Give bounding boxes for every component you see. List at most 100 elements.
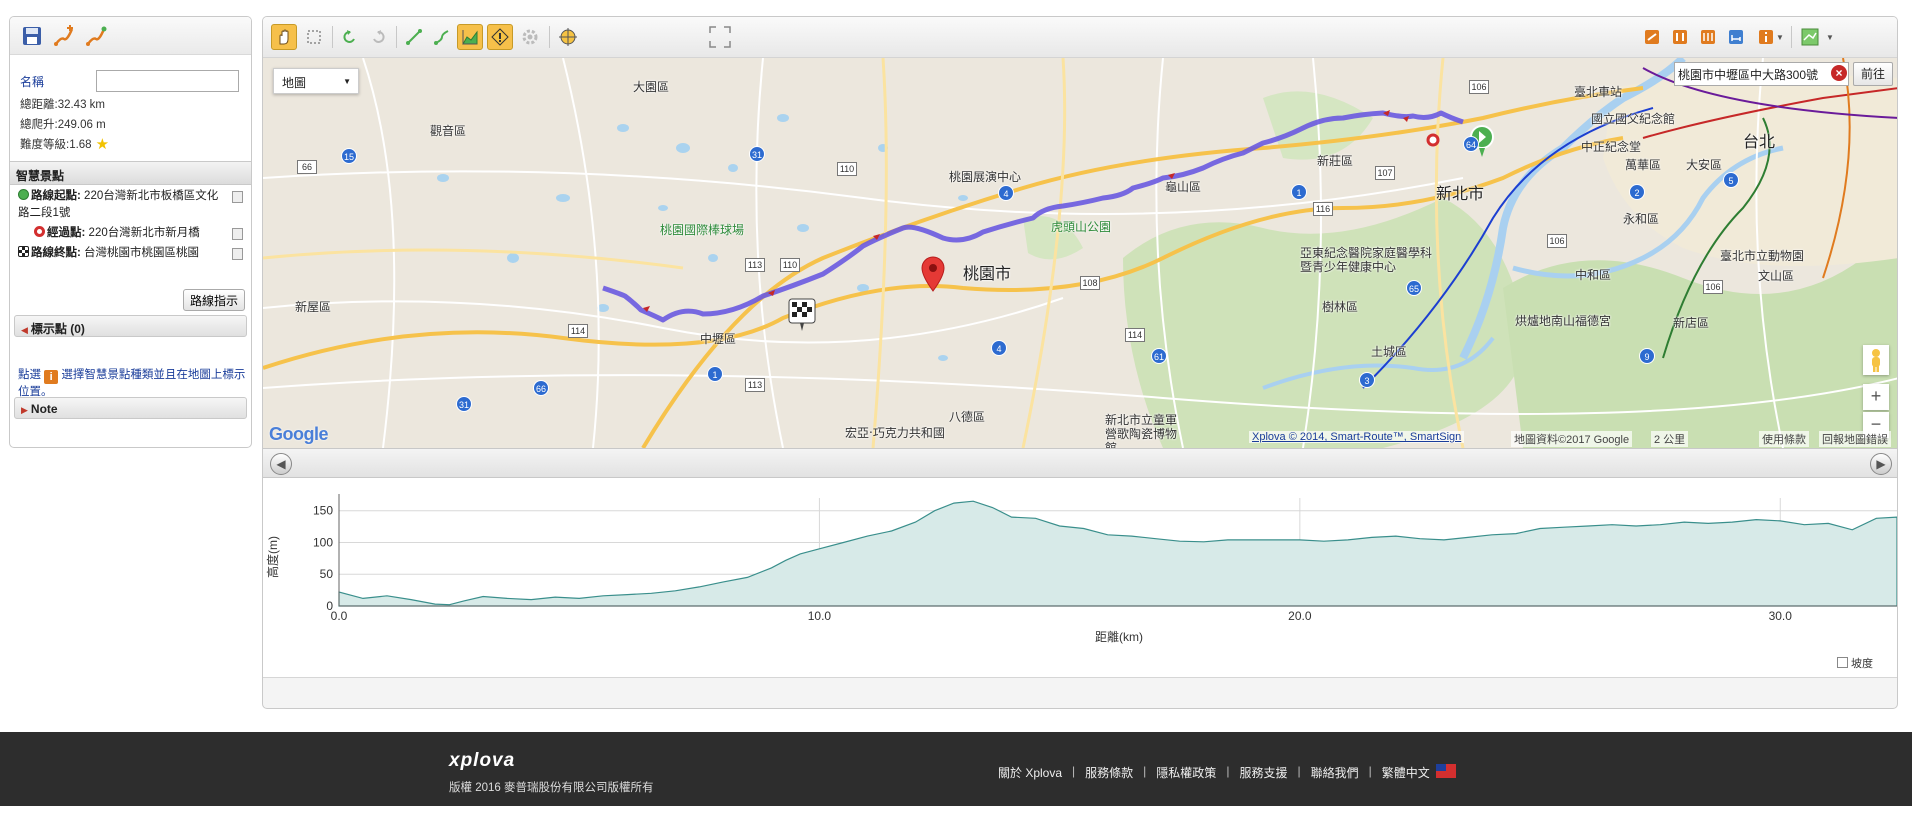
map-label-xindian: 新店區 (1673, 316, 1710, 330)
slope-checkbox[interactable] (1837, 657, 1848, 668)
footer-link-privacy[interactable]: 隱私權政策 (1156, 764, 1216, 781)
import-route-icon[interactable] (84, 24, 108, 48)
road-shield: 66 (297, 160, 317, 174)
route-name-input[interactable] (96, 70, 239, 92)
slope-toggle[interactable]: 坡度 (1837, 655, 1873, 671)
map-data-attribution: 地圖資料©2017 Google (1511, 431, 1633, 447)
map-label-taoyuan-city: 桃園市 (963, 266, 1012, 283)
layers-dropdown-icon[interactable]: ▼ (1823, 24, 1837, 50)
road-shield: 31 (456, 396, 472, 412)
difficulty-text: 難度等級:1.68 (20, 139, 92, 151)
route-map[interactable]: 大園區 觀音區 新屋區 中壢區 桃園市 桃園展演中心 桃園國際棒球場 虎頭山公園… (263, 58, 1897, 448)
chart-y-tick: 50 (320, 567, 334, 581)
elevation-profile: 0 50 100 150 0.0 10.0 20.0 30.0 高度(m) 距離(km) 坡度 (263, 478, 1897, 678)
redo-icon[interactable] (365, 24, 391, 50)
footer-link-terms[interactable]: 服務條款 (1085, 764, 1133, 781)
road-shield: 9 (1639, 348, 1655, 364)
xplova-logo[interactable]: xplova (449, 750, 515, 772)
road-shield: 4 (998, 185, 1014, 201)
via-address: 220台灣新北市新月橋 (88, 227, 200, 239)
info-icon: i (44, 370, 59, 384)
hint-pre: 點選 (18, 369, 41, 381)
footer-link-support[interactable]: 服務支援 (1239, 764, 1287, 781)
star-icon: ★ (95, 136, 110, 153)
elevation-chart[interactable]: 0501001500.0 10.0 20.0 30.0 高度(m) 距離(km) (263, 478, 1898, 648)
road-shield: 3 (1359, 372, 1375, 388)
save-icon[interactable] (20, 24, 44, 48)
fullscreen-icon[interactable] (707, 24, 733, 50)
poi-dropdown-icon[interactable]: ▼ (1773, 24, 1787, 50)
map-type-value: 地圖 (282, 76, 307, 90)
restaurant-icon[interactable] (1667, 24, 1693, 50)
go-button[interactable]: 前往 (1853, 62, 1893, 86)
select-area-icon[interactable] (301, 24, 327, 50)
map-type-select[interactable]: 地圖 ▼ (273, 68, 359, 94)
map-label-taipei: 台北 (1743, 134, 1776, 151)
address-search-input[interactable]: 桃園市中壢區中大路300號 (1674, 62, 1849, 86)
route-directions-button[interactable]: 路線指示 (182, 289, 245, 311)
road-shield: 106 (1703, 280, 1723, 294)
end-address: 台灣桃園市桃園區桃園 (84, 247, 200, 259)
map-layers-icon[interactable] (1797, 24, 1823, 50)
terms-link[interactable]: 使用條款 (1759, 431, 1809, 447)
search-location-pin-icon[interactable] (921, 256, 945, 292)
map-label-wanhua: 萬華區 (1625, 158, 1662, 172)
via-icon (34, 226, 45, 237)
zoom-in-button[interactable]: + (1863, 384, 1889, 410)
chart-x-tick: 10.0 (808, 609, 832, 623)
marks-section-toggle[interactable]: ◀ 標示點 (0) (14, 315, 247, 337)
map-label-expo: 桃園展演中心 (949, 170, 1022, 184)
map-label-bade: 八德區 (949, 410, 986, 424)
map-label-zoo: 臺北市立動物園 (1720, 249, 1805, 263)
sidebar-toolbar (10, 17, 251, 55)
street-view-pegman-icon[interactable] (1863, 345, 1889, 375)
chart-prev-arrow-icon[interactable]: ◀ (270, 453, 292, 475)
footer-link-language[interactable]: 繁體中文 (1382, 764, 1430, 781)
road-shield: 64 (1463, 136, 1479, 152)
via-label: 經過點: (47, 227, 86, 239)
delete-end-icon[interactable] (232, 248, 243, 260)
map-label-daan: 大安區 (1686, 158, 1723, 172)
warning-sign-icon[interactable] (487, 24, 513, 50)
navigation-icon[interactable] (555, 24, 581, 50)
footer-link-contact[interactable]: 聯絡我們 (1311, 764, 1359, 781)
lodging-icon[interactable] (1723, 24, 1749, 50)
elevation-area-series (338, 500, 1897, 607)
undo-icon[interactable] (337, 24, 363, 50)
road-shield: 114 (1125, 328, 1145, 342)
map-label-new-taipei: 新北市 (1436, 186, 1485, 203)
delete-via-icon[interactable] (232, 228, 243, 240)
map-label-yingge: 烘爐地南山福德宮 (1515, 314, 1612, 328)
map-label-guishan: 龜山區 (1165, 180, 1202, 194)
map-label-guanyin: 觀音區 (430, 124, 467, 138)
note-section-toggle[interactable]: ▶ Note (14, 397, 247, 419)
route-end-marker[interactable] (788, 298, 816, 332)
clear-search-icon[interactable]: × (1831, 65, 1847, 81)
footer-link-about[interactable]: 關於 Xplova (998, 764, 1062, 781)
map-label-zhonghe: 中和區 (1575, 268, 1612, 282)
settings-gear-icon[interactable] (517, 24, 543, 50)
new-route-icon[interactable] (52, 24, 76, 48)
start-label: 路線起點: (31, 190, 81, 202)
map-panel: ▼ ▼ 大園區 觀音區 新屋區 中壢區 桃園市 桃園展演中心 桃園國際棒球場 虎… (262, 16, 1898, 709)
pan-hand-icon[interactable] (271, 24, 297, 50)
map-label-dayuan: 大園區 (633, 80, 670, 94)
xplova-attribution-link[interactable]: Xplova © 2014, Smart-Route™, SmartSign (1249, 431, 1465, 443)
bike-shop-icon[interactable] (1639, 24, 1665, 50)
map-label-zhongli: 中壢區 (700, 332, 737, 346)
food-icon[interactable] (1695, 24, 1721, 50)
road-shield: 5 (1723, 172, 1739, 188)
elevation-chart-icon[interactable] (457, 24, 483, 50)
site-footer: xplova 版權 2016 麥普瑞股份有限公司版權所有 關於 Xplova | … (0, 732, 1912, 806)
auto-route-icon[interactable] (429, 24, 455, 50)
start-icon (18, 189, 29, 200)
chart-next-arrow-icon[interactable]: ▶ (1870, 453, 1892, 475)
report-error-link[interactable]: 回報地圖錯誤 (1819, 431, 1891, 447)
draw-route-icon[interactable] (401, 24, 427, 50)
map-label-yadong: 亞東紀念醫院家庭醫學科暨青少年健康中心 (1300, 246, 1433, 274)
delete-start-icon[interactable] (232, 191, 243, 203)
finish-flag-icon (18, 246, 29, 257)
difficulty-level: 難度等級:1.68 ★ (10, 135, 251, 155)
map-label-wenshan: 文山區 (1758, 269, 1795, 283)
via-point-marker[interactable] (1426, 133, 1440, 147)
